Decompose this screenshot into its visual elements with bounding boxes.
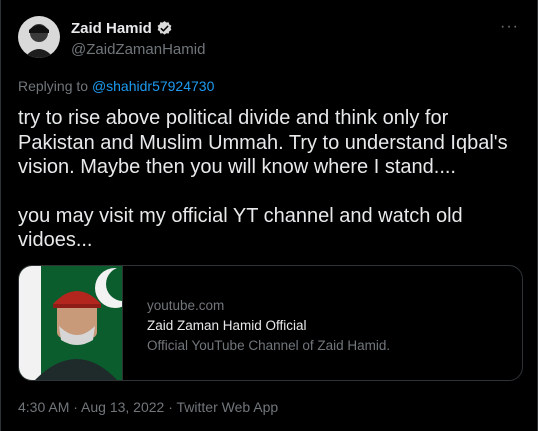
tweet-paragraph: you may visit my official YT channel and… — [18, 204, 463, 252]
reply-mention-link[interactable]: @shahidr57924730 — [92, 78, 214, 94]
link-preview-domain: youtube.com — [147, 298, 225, 313]
link-preview-description: Official YouTube Channel of Zaid Hamid. — [147, 338, 391, 353]
tweet-timestamp[interactable]: 4:30 AM · Aug 13, 2022 · Twitter Web App — [18, 399, 278, 415]
author-handle[interactable]: @ZaidZamanHamid — [71, 41, 205, 58]
link-preview-info: youtube.com Zaid Zaman Hamid Official Of… — [123, 266, 390, 380]
tweet-text: try to rise above political divide and t… — [18, 106, 528, 253]
reply-context: Replying to @shahidr57924730 — [18, 78, 214, 94]
avatar[interactable] — [18, 16, 60, 58]
tweet-container: Zaid Hamid @ZaidZamanHamid ··· Replying … — [0, 0, 538, 431]
author-name-row[interactable]: Zaid Hamid — [71, 20, 173, 37]
more-options-icon[interactable]: ··· — [500, 18, 519, 36]
link-preview-card[interactable]: youtube.com Zaid Zaman Hamid Official Of… — [18, 265, 523, 381]
link-preview-thumbnail — [19, 266, 140, 380]
link-preview-title: Zaid Zaman Hamid Official — [147, 318, 307, 333]
tweet-paragraph: try to rise above political divide and t… — [18, 107, 508, 178]
author-display-name[interactable]: Zaid Hamid — [71, 20, 152, 37]
verified-badge-icon — [156, 20, 173, 37]
reply-prefix: Replying to — [18, 78, 89, 94]
